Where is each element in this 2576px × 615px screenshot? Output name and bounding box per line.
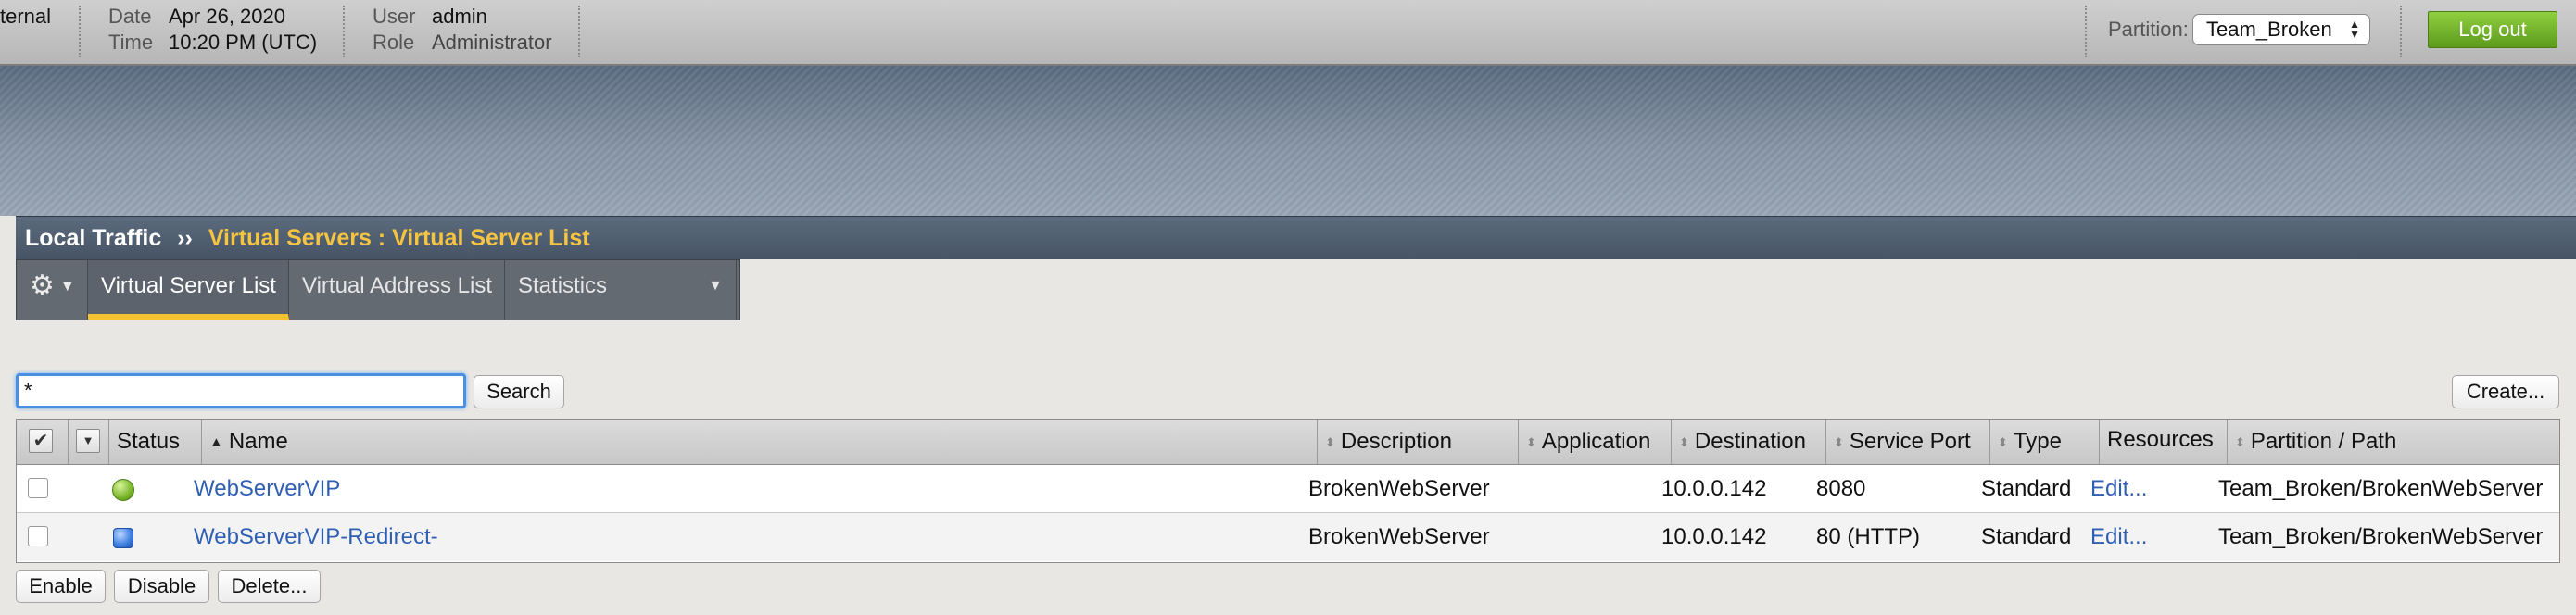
breadcrumb-separator: ›› xyxy=(177,225,193,251)
select-all-checkbox[interactable]: ✔ xyxy=(29,429,53,453)
column-header-partition-path[interactable]: ⬍ Partition / Path xyxy=(2228,420,2561,464)
date-value: Apr 26, 2020 xyxy=(169,5,285,28)
sort-icon: ⬍ xyxy=(1998,434,2008,449)
resources-edit-link[interactable]: Edit... xyxy=(2090,465,2147,513)
column-header-application-label: Application xyxy=(1541,429,1651,454)
breadcrumb-root[interactable]: Local Traffic xyxy=(25,225,161,251)
status-filter-cell: ▼ xyxy=(69,420,109,464)
service-port-cell: 80 (HTTP) xyxy=(1816,524,1921,549)
partition-path-cell: Team_Broken/BrokenWebServer xyxy=(2218,476,2544,501)
disable-button[interactable]: Disable xyxy=(114,570,209,603)
time-label: Time xyxy=(108,31,154,54)
top-header: ternal Date Apr 26, 2020 Time 10:20 PM (… xyxy=(0,0,2576,66)
header-partial-label: ternal xyxy=(0,5,52,28)
delete-button[interactable]: Delete... xyxy=(218,570,321,603)
role-value: Administrator xyxy=(432,31,552,54)
gear-icon: ⚙ xyxy=(30,270,55,301)
blue-square-icon xyxy=(113,528,133,548)
virtual-server-table: ✔ ▼ Status ▲ Name ⬍ Description ⬍ Applicati… xyxy=(16,419,2560,563)
caret-down-icon: ▼ xyxy=(59,279,75,295)
column-header-type[interactable]: ⬍ Type xyxy=(1990,420,2100,464)
virtual-server-name-link[interactable]: WebServerVIP-Redirect- xyxy=(194,513,438,561)
green-circle-icon xyxy=(112,479,134,501)
date-label: Date xyxy=(108,5,152,28)
column-header-service-port[interactable]: ⬍ Service Port xyxy=(1826,420,1990,464)
header-divider xyxy=(578,6,580,57)
sort-icon: ⬍ xyxy=(1679,434,1689,449)
virtual-server-name-link[interactable]: WebServerVIP xyxy=(194,465,340,513)
sort-icon: ⬍ xyxy=(2235,434,2245,449)
header-divider xyxy=(79,6,81,57)
tab-virtual-address-list[interactable]: Virtual Address List xyxy=(289,260,505,320)
column-header-resources: Resources xyxy=(2100,420,2228,464)
status-filter-dropdown[interactable]: ▼ xyxy=(76,429,100,453)
column-header-name-label: Name xyxy=(228,429,288,454)
column-header-description-label: Description xyxy=(1340,429,1452,454)
user-value: admin xyxy=(432,5,487,28)
column-header-type-label: Type xyxy=(2013,429,2062,454)
breadcrumb: Local Traffic ›› Virtual Servers : Virtu… xyxy=(16,216,2576,259)
resources-edit-link[interactable]: Edit... xyxy=(2090,513,2147,561)
logout-button[interactable]: Log out xyxy=(2428,11,2557,48)
table-row: WebServerVIP BrokenWebServer 10.0.0.142 … xyxy=(17,465,2559,513)
column-header-status[interactable]: Status xyxy=(109,420,202,464)
column-header-destination[interactable]: ⬍ Destination xyxy=(1672,420,1826,464)
partition-path-cell: Team_Broken/BrokenWebServer xyxy=(2218,524,2544,549)
type-cell: Standard xyxy=(1981,476,2072,501)
sort-icon: ⬍ xyxy=(1325,434,1335,449)
sort-icon: ⬍ xyxy=(1834,434,1844,449)
column-header-destination-label: Destination xyxy=(1694,429,1806,454)
caret-down-icon: ▼ xyxy=(708,278,723,294)
row-checkbox[interactable] xyxy=(28,526,48,546)
header-divider xyxy=(2085,6,2087,57)
tab-bar: ⚙ ▼ Virtual Server List Virtual Address L… xyxy=(16,259,740,320)
partition-label: Partition: xyxy=(2108,18,2189,41)
column-header-partition-path-label: Partition / Path xyxy=(2250,429,2397,454)
search-button[interactable]: Search xyxy=(474,375,564,408)
select-arrows-icon: ▲ ▼ xyxy=(2349,18,2360,41)
partition-select[interactable]: Team_Broken ▲ ▼ xyxy=(2192,14,2370,45)
type-cell: Standard xyxy=(1981,524,2072,549)
sort-ascending-icon: ▲ xyxy=(209,433,223,450)
header-divider xyxy=(343,6,345,57)
create-button[interactable]: Create... xyxy=(2452,375,2559,408)
destination-cell: 10.0.0.142 xyxy=(1661,476,1767,501)
column-header-service-port-label: Service Port xyxy=(1849,429,1971,454)
search-input[interactable] xyxy=(16,373,466,408)
description-cell: BrokenWebServer xyxy=(1308,476,1490,501)
column-header-application[interactable]: ⬍ Application xyxy=(1519,420,1672,464)
table-row: WebServerVIP-Redirect- BrokenWebServer 1… xyxy=(17,513,2559,561)
select-all-cell: ✔ xyxy=(17,420,69,464)
table-header: ✔ ▼ Status ▲ Name ⬍ Description ⬍ Applicati… xyxy=(17,420,2559,465)
gear-menu-button[interactable]: ⚙ ▼ xyxy=(17,260,88,320)
time-value: 10:20 PM (UTC) xyxy=(169,31,318,54)
header-divider xyxy=(2400,6,2402,57)
user-label: User xyxy=(373,5,416,28)
column-header-description[interactable]: ⬍ Description xyxy=(1318,420,1519,464)
banner xyxy=(0,66,2576,216)
partition-select-value: Team_Broken xyxy=(2206,18,2332,41)
breadcrumb-current: Virtual Servers : Virtual Server List xyxy=(208,225,590,251)
tab-virtual-server-list[interactable]: Virtual Server List xyxy=(88,260,289,320)
service-port-cell: 8080 xyxy=(1816,476,1866,501)
tab-statistics-label: Statistics xyxy=(518,273,608,298)
tab-statistics[interactable]: Statistics ▼ xyxy=(505,260,737,320)
sort-icon: ⬍ xyxy=(1526,434,1536,449)
description-cell: BrokenWebServer xyxy=(1308,524,1490,549)
destination-cell: 10.0.0.142 xyxy=(1661,524,1767,549)
role-label: Role xyxy=(373,31,415,54)
column-header-name[interactable]: ▲ Name xyxy=(202,420,1318,464)
enable-button[interactable]: Enable xyxy=(16,570,106,603)
row-checkbox[interactable] xyxy=(28,478,48,498)
